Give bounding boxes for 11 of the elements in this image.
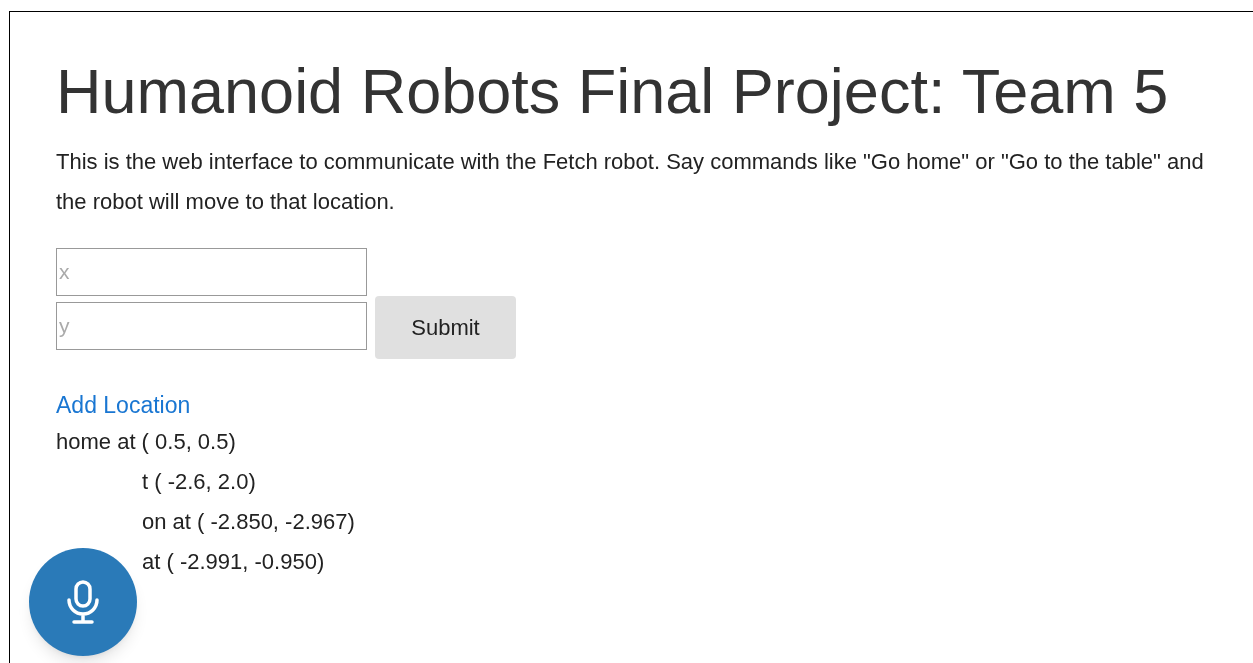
location-entry: at ( -2.991, -0.950) <box>142 549 325 574</box>
description-text: This is the web interface to communicate with the Fetch robot. Say commands like "Go home" or "Go to the table" and the robot will move to that location. <box>56 148 1205 216</box>
location-entry: home at ( 0.5, 0.5) <box>56 429 236 454</box>
page-title: Humanoid Robots Final Project: Team 5 <box>56 55 1170 128</box>
location-entry: t ( -2.6, 2.0) <box>142 469 256 494</box>
add-location-link[interactable]: Add Location <box>56 390 191 420</box>
location-entry: on at ( -2.850, -2.967) <box>142 509 355 534</box>
coordinate-field[interactable]: y <box>56 302 367 350</box>
submit-button[interactable]: Submit <box>375 296 516 359</box>
coordinate-field[interactable]: x <box>56 248 367 296</box>
microphone-icon <box>66 580 100 624</box>
